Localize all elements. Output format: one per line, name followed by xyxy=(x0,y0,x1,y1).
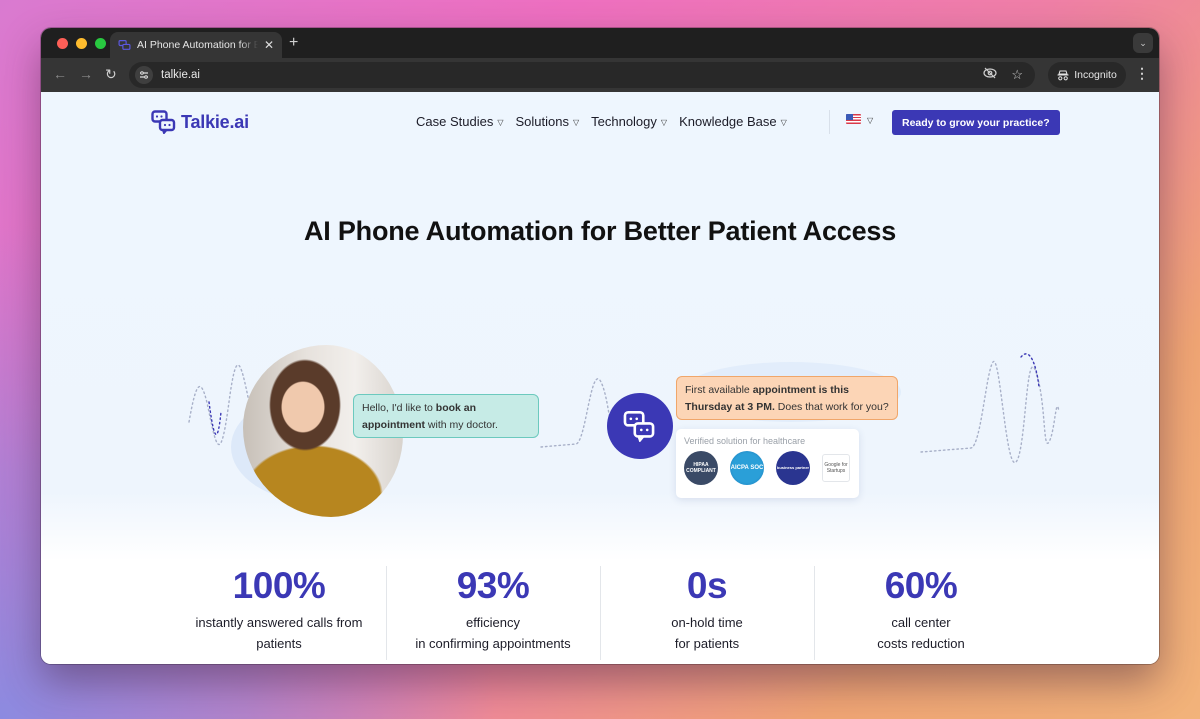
hero-illustration: Hello, I'd like to book an appointment w… xyxy=(41,302,1159,517)
new-tab-button[interactable]: + xyxy=(289,34,298,52)
certification-badges: HIPAA COMPLIANT AICPA SOC business partn… xyxy=(684,451,851,485)
message-text: Does that work for you? xyxy=(774,401,889,413)
certifications-card: Verified solution for healthcare HIPAA C… xyxy=(676,429,859,498)
cta-button[interactable]: Ready to grow your practice? xyxy=(892,110,1060,135)
minimize-window-button[interactable] xyxy=(76,38,87,49)
nav-label: Solutions xyxy=(515,114,569,129)
stat-value: 93% xyxy=(456,565,530,606)
stats-section: 100% instantly answered calls from patien… xyxy=(172,564,1028,664)
message-text: with my doctor. xyxy=(425,419,498,431)
logo[interactable]: Talkie.ai xyxy=(151,110,249,134)
stat-value: 0s xyxy=(686,565,728,606)
stat-item: 93% efficiency in confirming appointments xyxy=(386,564,600,664)
maximize-window-button[interactable] xyxy=(95,38,106,49)
talkie-logo-icon xyxy=(151,110,176,134)
tab-title: AI Phone Automation for Better Patient A… xyxy=(137,39,258,51)
bookmark-star-icon[interactable]: ☆ xyxy=(1011,67,1023,83)
more-menu-icon[interactable]: ⋮ xyxy=(1135,65,1149,82)
ai-message-bubble: First available appointment is this Thur… xyxy=(676,376,898,420)
nav-label: Technology xyxy=(591,114,657,129)
browser-window: AI Phone Automation for Better Patient A… xyxy=(41,28,1159,664)
chevron-down-icon: ⌄ xyxy=(1139,37,1147,48)
site-settings-icon[interactable] xyxy=(135,66,153,84)
back-button[interactable]: ← xyxy=(53,66,67,82)
close-tab-icon[interactable]: ✕ xyxy=(264,38,274,52)
google-for-startups-badge-icon: Google for Startups xyxy=(822,454,850,482)
aicpa-soc-badge-icon: AICPA SOC xyxy=(730,451,764,485)
nav-label: Knowledge Base xyxy=(679,114,777,129)
hero-title: AI Phone Automation for Better Patient A… xyxy=(303,216,897,246)
incognito-label: Incognito xyxy=(1074,69,1117,81)
chevron-down-icon: ▽ xyxy=(572,118,580,127)
business-partner-badge-icon: business partner xyxy=(776,451,810,485)
stat-item: 0s on-hold time for patients xyxy=(600,564,814,664)
stat-item: 100% instantly answered calls from patien… xyxy=(172,564,386,664)
favicon-icon xyxy=(118,39,131,50)
site-header: Talkie.ai Case Studies ▽ Solutions ▽ Techn… xyxy=(41,108,1159,138)
message-text: First available xyxy=(685,384,753,396)
close-window-button[interactable] xyxy=(57,38,68,49)
tab-search-button[interactable]: ⌄ xyxy=(1133,33,1153,53)
nav-solutions[interactable]: Solutions ▽ xyxy=(515,114,579,129)
tab-strip: AI Phone Automation for Better Patient A… xyxy=(41,28,1159,58)
ai-assistant-avatar xyxy=(607,393,673,459)
chat-bubbles-icon xyxy=(623,410,655,442)
nav-divider xyxy=(829,110,830,134)
chevron-down-icon: ▽ xyxy=(867,115,874,125)
stat-value: 100% xyxy=(232,565,326,606)
stat-label: on-hold time for patients xyxy=(671,615,743,651)
forward-button[interactable]: → xyxy=(79,66,93,82)
message-text: Hello, I'd like to xyxy=(362,402,436,414)
url-text: talkie.ai xyxy=(161,69,200,81)
language-selector[interactable]: ▽ xyxy=(846,114,874,125)
stat-label: call center costs reduction xyxy=(877,615,965,651)
browser-toolbar: ← → ↻ talkie.ai ☆ Incognito ⋮ xyxy=(41,58,1159,92)
nav-label: Case Studies xyxy=(416,114,494,129)
chevron-down-icon: ▽ xyxy=(780,118,787,127)
window-controls xyxy=(57,38,106,49)
nav-case-studies[interactable]: Case Studies ▽ xyxy=(416,114,503,129)
browser-tab[interactable]: AI Phone Automation for Better Patient A… xyxy=(110,32,282,58)
address-bar[interactable]: talkie.ai ☆ xyxy=(129,62,1035,88)
certifications-label: Verified solution for healthcare xyxy=(684,436,806,446)
main-nav: Case Studies ▽ Solutions ▽ Technology ▽ Kno… xyxy=(416,114,787,129)
incognito-icon xyxy=(1057,70,1069,80)
nav-technology[interactable]: Technology ▽ xyxy=(591,114,667,129)
incognito-indicator[interactable]: Incognito xyxy=(1048,62,1126,88)
chevron-down-icon: ▽ xyxy=(660,118,668,127)
stat-item: 60% call center costs reduction xyxy=(814,564,1028,664)
patient-message-bubble: Hello, I'd like to book an appointment w… xyxy=(353,394,539,438)
eye-off-icon[interactable] xyxy=(983,67,997,83)
reload-button[interactable]: ↻ xyxy=(105,66,117,83)
logo-text: Talkie.ai xyxy=(181,111,249,132)
web-page: Talkie.ai Case Studies ▽ Solutions ▽ Techn… xyxy=(41,92,1159,664)
nav-knowledge-base[interactable]: Knowledge Base ▽ xyxy=(679,114,787,129)
chevron-down-icon: ▽ xyxy=(497,118,504,127)
hipaa-badge-icon: HIPAA COMPLIANT xyxy=(684,451,718,485)
stat-label: efficiency in confirming appointments xyxy=(415,615,571,651)
stat-value: 60% xyxy=(884,565,958,606)
us-flag-icon xyxy=(846,114,861,124)
stat-label: instantly answered calls from patients xyxy=(195,615,363,651)
